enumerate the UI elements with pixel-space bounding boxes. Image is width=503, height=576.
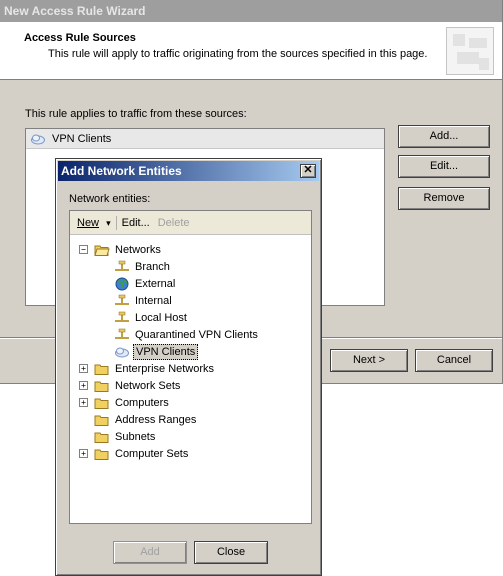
tree-item-label: Internal [135,294,172,307]
source-item-label: VPN Clients [52,133,112,145]
tree-item-local-host[interactable]: Local Host [114,309,189,326]
tree-item-label: Branch [135,260,170,273]
tree-item-label: External [135,277,176,290]
tree-item-vpn-clients[interactable]: VPN Clients [114,343,199,360]
close-icon[interactable]: ✕ [300,164,316,178]
tree-item-internal[interactable]: Internal [114,292,174,309]
folder-icon [94,413,110,427]
tree-item-label: Computer Sets [115,447,189,460]
expand-icon[interactable]: + [79,381,88,390]
vpn-clients-icon [114,345,130,359]
tree-item-label: VPN Clients [133,343,199,360]
page-subtitle: This rule will apply to traffic originat… [48,48,428,60]
page-title: Access Rule Sources [24,32,136,44]
folder-icon [94,379,110,393]
tree-item-label: Networks [115,243,161,256]
network-entities-panel: New ▾ Edit... Delete − Networks Branch E… [69,210,312,524]
folder-icon [94,447,110,461]
tree-item-label: Address Ranges [115,413,197,426]
expand-icon[interactable]: + [79,364,88,373]
cancel-button[interactable]: Cancel [415,349,493,372]
dialog-title: Add Network Entities [61,164,182,178]
tree-item-label: Enterprise Networks [115,362,215,375]
dialog-title-bar[interactable]: Add Network Entities ✕ [58,161,319,181]
tree-item-address-ranges[interactable]: Address Ranges [94,411,198,428]
remove-source-button[interactable]: Remove [398,187,490,210]
toolbar-separator [115,215,117,230]
add-network-entities-dialog: Add Network Entities ✕ Network entities:… [55,158,322,576]
folder-icon [94,430,110,444]
network-icon [114,260,130,274]
tree-item-subnets[interactable]: Subnets [94,428,157,445]
dropdown-arrow-icon: ▾ [106,217,111,228]
tree-item-network-sets[interactable]: + Network Sets [79,377,182,394]
close-dialog-button[interactable]: Close [194,541,268,564]
tree-item-quarantined-vpn-clients[interactable]: Quarantined VPN Clients [114,326,260,343]
tree-item-computers[interactable]: + Computers [79,394,171,411]
folder-icon [94,396,110,410]
wizard-header-graphic [446,27,494,75]
network-icon [114,311,130,325]
network-icon [114,294,130,308]
tree-item-label: Subnets [115,430,156,443]
sources-label: This rule applies to traffic from these … [25,108,247,120]
folder-icon [94,362,110,376]
globe-icon [114,277,130,291]
entities-toolbar: New ▾ Edit... Delete [70,211,311,235]
tree-item-external[interactable]: External [114,275,177,292]
tree-item-label: Local Host [135,311,187,324]
wizard-header: Access Rule Sources This rule will apply… [0,22,502,80]
tree-item-label: Computers [115,396,169,409]
network-icon [114,328,130,342]
expand-icon[interactable]: + [79,398,88,407]
edit-source-button[interactable]: Edit... [398,155,490,178]
next-button[interactable]: Next > [330,349,408,372]
tree-item-computer-sets[interactable]: + Computer Sets [79,445,190,462]
add-source-button[interactable]: Add... [398,125,490,148]
new-label: New [77,216,100,229]
expand-icon[interactable]: + [79,449,88,458]
add-entity-button[interactable]: Add [113,541,187,564]
vpn-clients-icon [30,132,46,146]
tree-item-label: Network Sets [115,379,181,392]
new-menu-button[interactable]: New ▾ [73,214,115,232]
tree-item-label: Quarantined VPN Clients [135,328,258,341]
tree-item-networks[interactable]: − Networks [79,241,163,258]
tree-item-branch[interactable]: Branch [114,258,172,275]
collapse-icon[interactable]: − [79,245,88,254]
sources-list-row[interactable]: VPN Clients [26,129,384,149]
network-entities-label: Network entities: [69,193,151,205]
edit-entity-button[interactable]: Edit... [118,214,154,232]
delete-entity-button[interactable]: Delete [154,214,194,232]
source-item-vpn-clients[interactable]: VPN Clients [30,132,111,146]
tree-item-enterprise-networks[interactable]: + Enterprise Networks [79,360,216,377]
wizard-title-bar[interactable]: New Access Rule Wizard [0,0,502,22]
folder-open-icon [94,243,110,257]
